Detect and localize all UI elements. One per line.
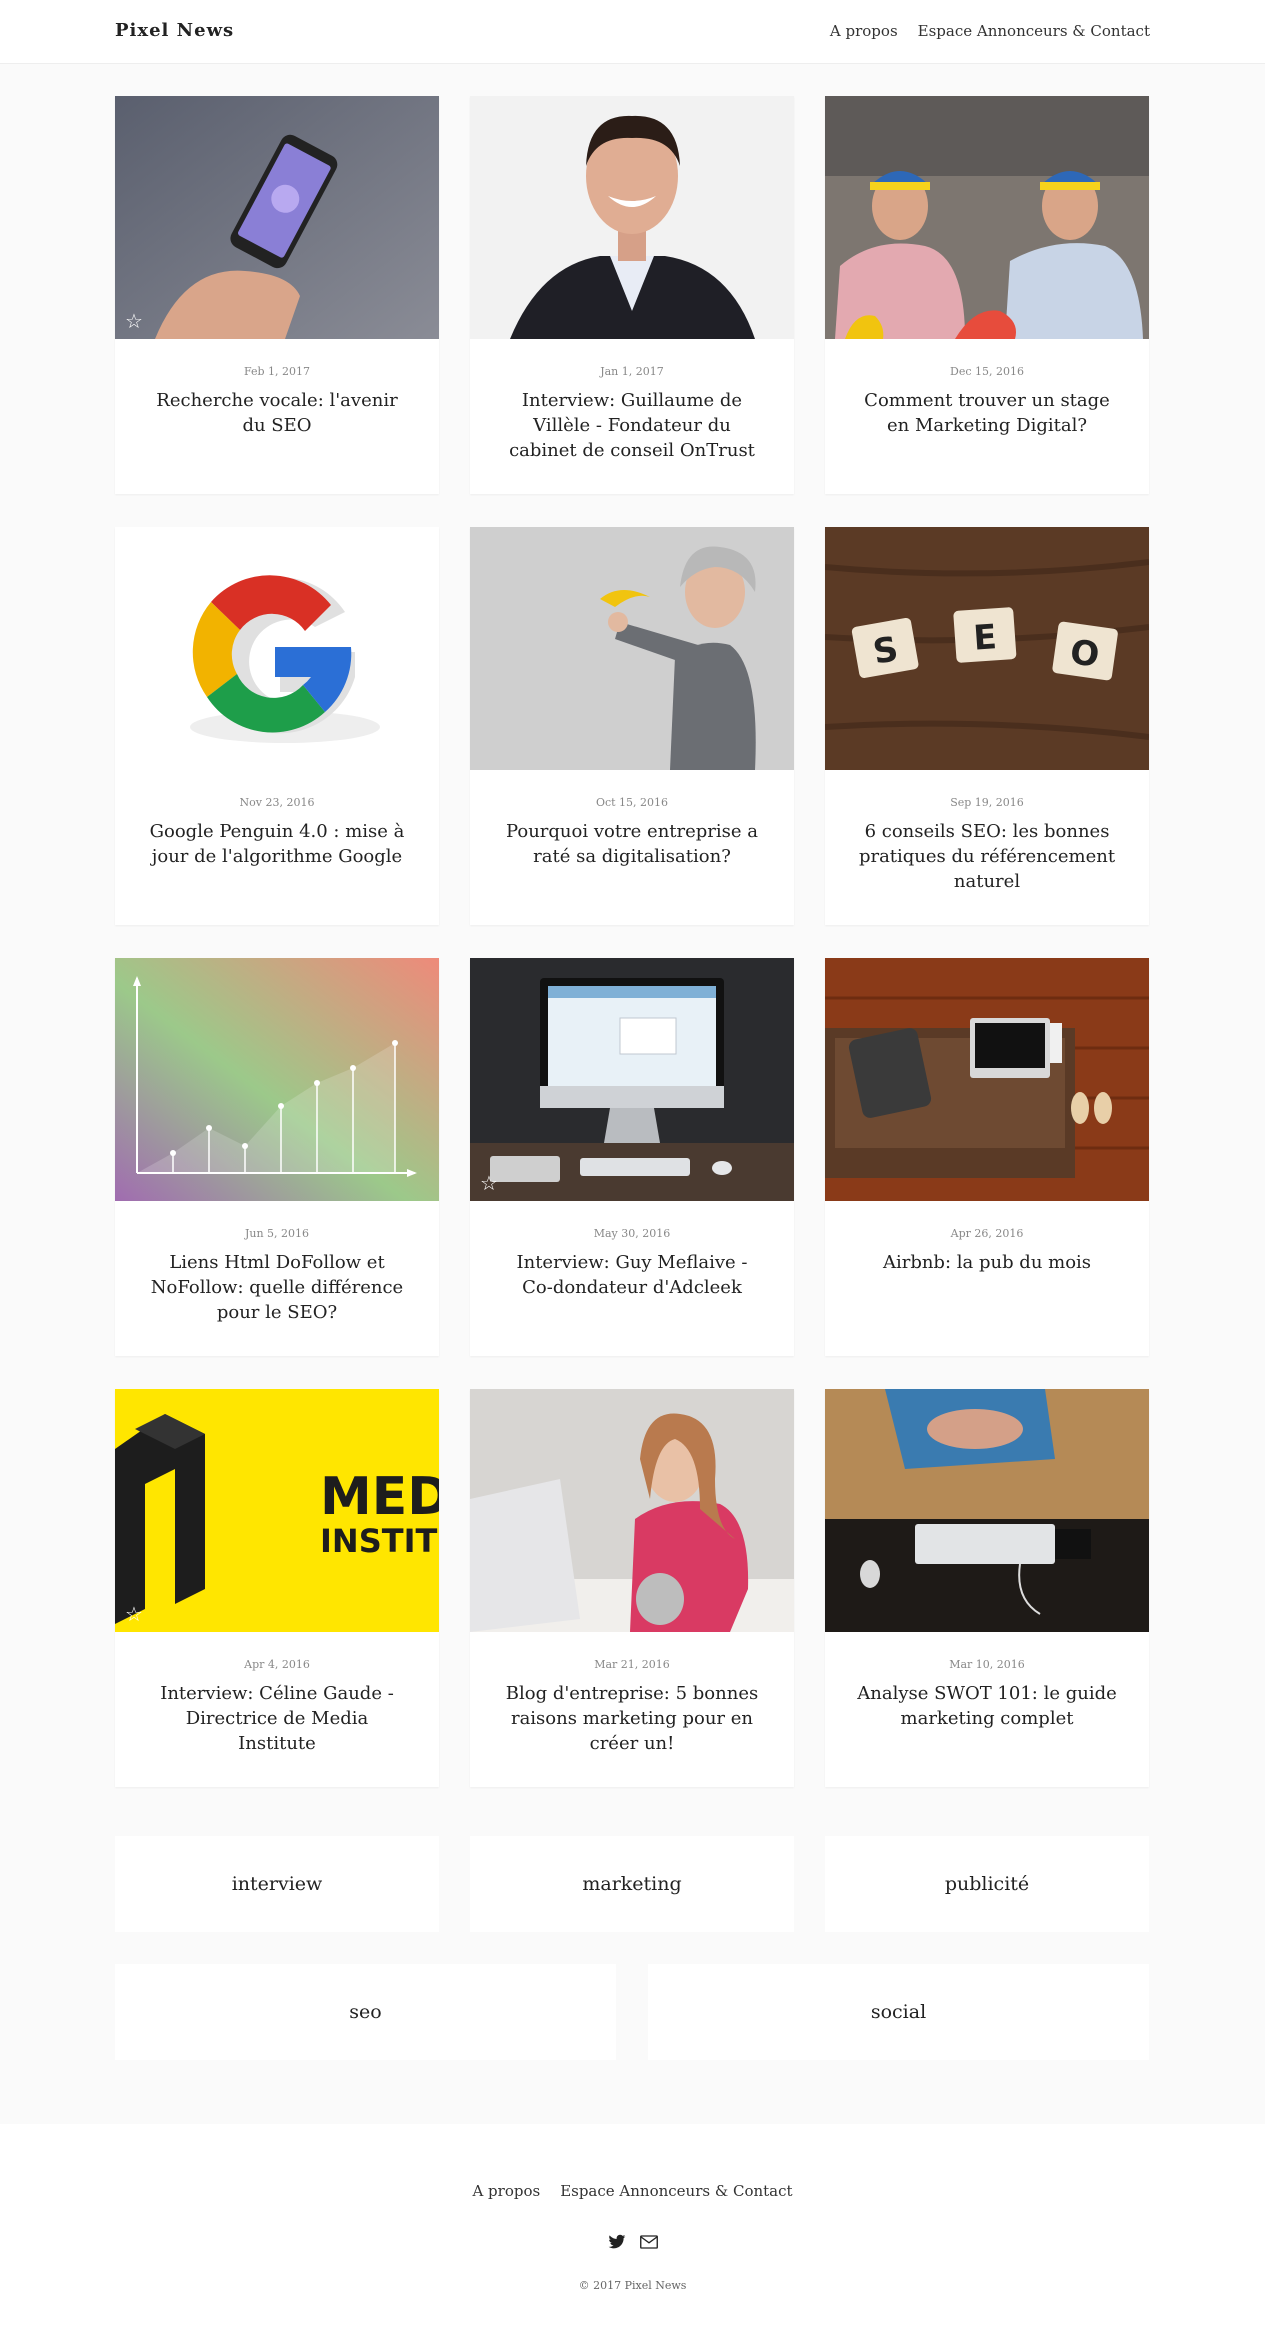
post-card[interactable]: Mar 21, 2016 Blog d'entreprise: 5 bonnes… [470,1389,794,1787]
post-thumbnail[interactable] [825,958,1149,1201]
post-card[interactable]: Oct 15, 2016 Pourquoi votre entreprise a… [470,527,794,925]
tag-interview[interactable]: interview [115,1836,439,1932]
post-date: Apr 26, 2016 [950,1227,1024,1240]
post-title[interactable]: Google Penguin 4.0 : mise à jour de l'al… [145,819,409,869]
post-title[interactable]: Airbnb: la pub du mois [855,1250,1119,1275]
site-footer: A propos Espace Annonceurs & Contact © 2… [0,2124,1265,2346]
nav-link-about[interactable]: A propos [830,22,898,40]
social-icons [0,2234,1265,2250]
post-title[interactable]: Comment trouver un stage en Marketing Di… [855,388,1119,438]
post-card[interactable]: Jun 5, 2016 Liens Html DoFollow et NoFol… [115,958,439,1356]
tag-publicite[interactable]: publicité [825,1836,1149,1932]
post-date: Nov 23, 2016 [239,796,315,809]
tag-list: seo social [115,1964,1150,2060]
footer-link-advertisers-contact[interactable]: Espace Annonceurs & Contact [560,2182,792,2200]
svg-text:O: O [1068,632,1102,676]
post-thumbnail[interactable] [825,96,1149,339]
footer-nav: A propos Espace Annonceurs & Contact [0,2182,1265,2200]
featured-star-icon: ☆ [125,309,143,333]
post-date: Mar 10, 2016 [949,1658,1025,1671]
post-thumbnail[interactable] [470,96,794,339]
post-card[interactable]: MED INSTIT ☆ Apr 4, 2016 Interview: Céli… [115,1389,439,1787]
post-title[interactable]: Interview: Céline Gaude - Directrice de … [145,1681,409,1756]
post-title[interactable]: Analyse SWOT 101: le guide marketing com… [855,1681,1119,1731]
footer-link-about[interactable]: A propos [472,2182,540,2200]
site-header: Pixel News A propos Espace Annonceurs & … [0,0,1265,64]
posts-grid: ☆ Feb 1, 2017 Recherche vocale: l'avenir… [115,96,1150,1787]
post-card[interactable]: S E O Sep 19, 2016 6 conseils SEO: les b… [825,527,1149,925]
media-logo-line2: INSTIT [320,1522,437,1560]
post-thumbnail[interactable] [825,1389,1149,1632]
svg-text:E: E [972,617,998,659]
tag-marketing[interactable]: marketing [470,1836,794,1932]
media-logo-line1: MED [320,1467,439,1527]
post-thumbnail[interactable]: MED INSTIT ☆ [115,1389,439,1632]
post-date: Feb 1, 2017 [243,365,311,378]
post-thumbnail[interactable] [470,1389,794,1632]
post-card[interactable]: Jan 1, 2017 Interview: Guillaume de Vill… [470,96,794,494]
post-thumbnail[interactable] [115,958,439,1201]
post-card[interactable]: Apr 26, 2016 Airbnb: la pub du mois [825,958,1149,1356]
copyright-text: © 2017 Pixel News [578,2279,687,2292]
header-nav: A propos Espace Annonceurs & Contact [830,22,1150,40]
post-card[interactable]: ☆ May 30, 2016 Interview: Guy Meflaive -… [470,958,794,1356]
nav-link-advertisers-contact[interactable]: Espace Annonceurs & Contact [918,22,1150,40]
post-date: Oct 15, 2016 [595,796,669,809]
post-thumbnail[interactable] [470,527,794,770]
post-card[interactable]: Mar 10, 2016 Analyse SWOT 101: le guide … [825,1389,1149,1787]
post-title[interactable]: Pourquoi votre entreprise a raté sa digi… [500,819,764,869]
post-card[interactable]: Dec 15, 2016 Comment trouver un stage en… [825,96,1149,494]
tag-seo[interactable]: seo [115,1964,616,2060]
post-date: Mar 21, 2016 [594,1658,670,1671]
tag-social[interactable]: social [648,1964,1149,2060]
post-thumbnail[interactable] [115,527,439,770]
mail-icon[interactable] [639,2234,658,2250]
tag-list: interview marketing publicité [115,1836,1150,1932]
site-brand[interactable]: Pixel News [115,20,234,41]
post-title[interactable]: Liens Html DoFollow et NoFollow: quelle … [145,1250,409,1325]
post-date: Dec 15, 2016 [950,365,1024,378]
featured-star-icon: ☆ [125,1602,143,1626]
post-date: Sep 19, 2016 [950,796,1024,809]
post-title[interactable]: Recherche vocale: l'avenir du SEO [145,388,409,438]
post-thumbnail[interactable]: ☆ [115,96,439,339]
post-title[interactable]: Interview: Guy Meflaive - Co-dondateur d… [500,1250,764,1300]
post-date: Apr 4, 2016 [244,1658,310,1671]
post-date: Jan 1, 2017 [600,365,664,378]
post-title[interactable]: Blog d'entreprise: 5 bonnes raisons mark… [500,1681,764,1756]
twitter-icon[interactable] [607,2234,626,2250]
post-title[interactable]: Interview: Guillaume de Villèle - Fondat… [500,388,764,463]
post-thumbnail[interactable]: S E O [825,527,1149,770]
post-card[interactable]: Nov 23, 2016 Google Penguin 4.0 : mise à… [115,527,439,925]
post-title[interactable]: 6 conseils SEO: les bonnes pratiques du … [855,819,1119,894]
post-thumbnail[interactable]: ☆ [470,958,794,1201]
post-date: May 30, 2016 [593,1227,671,1240]
featured-star-icon: ☆ [480,1171,498,1195]
post-date: Jun 5, 2016 [244,1227,310,1240]
post-card[interactable]: ☆ Feb 1, 2017 Recherche vocale: l'avenir… [115,96,439,494]
